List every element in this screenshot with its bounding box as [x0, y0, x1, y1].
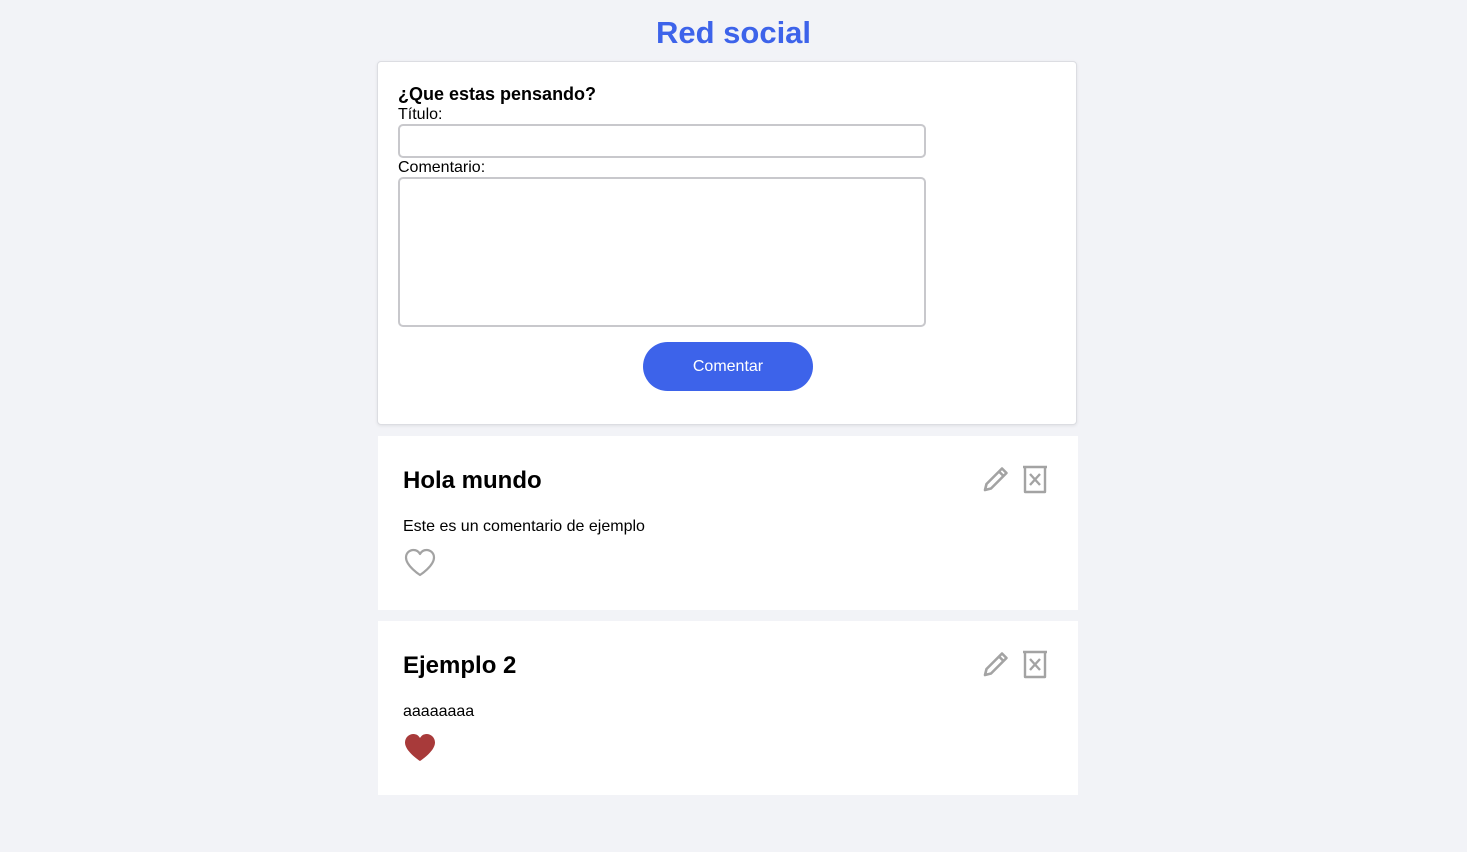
pencil-icon[interactable] [981, 464, 1011, 494]
comment-label: Comentario: [398, 159, 486, 176]
trash-icon[interactable] [1022, 649, 1048, 679]
comment-textarea[interactable] [398, 177, 926, 327]
heart-filled-icon[interactable] [404, 733, 436, 763]
trash-icon[interactable] [1022, 464, 1048, 494]
title-label: Título: [398, 106, 443, 123]
heart-outline-icon[interactable] [404, 548, 436, 578]
post-card: Hola mundo Este es un comentario de ejem… [378, 436, 1078, 610]
post-card: Ejemplo 2 aaaaaaaa [378, 621, 1078, 795]
pencil-icon[interactable] [981, 649, 1011, 679]
comment-submit-button[interactable]: Comentar [643, 342, 813, 391]
post-title: Ejemplo 2 [403, 652, 517, 679]
app-title: Red social [655, 15, 812, 50]
form-heading: ¿Que estas pensando? [398, 84, 597, 104]
post-body: aaaaaaaa [403, 703, 475, 720]
new-post-form: ¿Que estas pensando? Título: Comentario:… [377, 61, 1077, 425]
post-title: Hola mundo [403, 467, 542, 494]
title-input[interactable] [398, 124, 926, 158]
post-body: Este es un comentario de ejemplo [403, 518, 645, 535]
